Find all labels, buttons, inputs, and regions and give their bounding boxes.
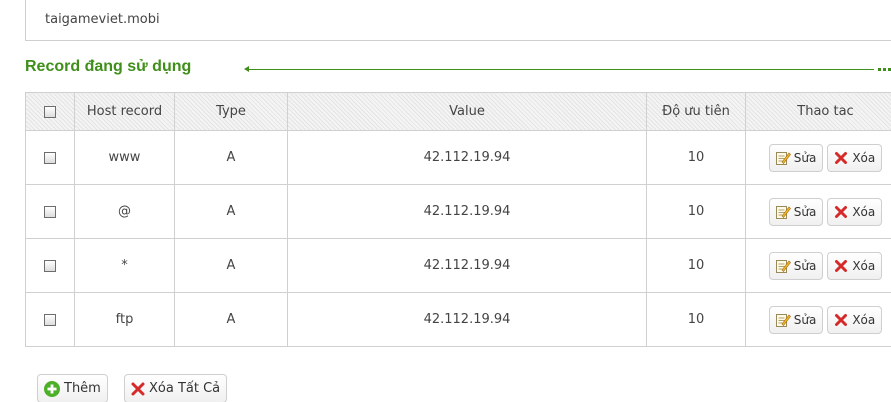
- table-row: ftp A 42.112.19.94 10 Sửa Xóa: [25, 292, 891, 347]
- edit-icon: [775, 151, 791, 165]
- delete-label: Xóa: [852, 312, 876, 327]
- cell-type: A: [174, 130, 288, 185]
- cell-host-record: *: [74, 238, 175, 293]
- title-divider-dots: [878, 68, 891, 71]
- delete-button[interactable]: Xóa: [827, 143, 883, 172]
- row-checkbox[interactable]: [44, 259, 56, 272]
- cell-actions: Sửa Xóa: [745, 184, 891, 239]
- edit-icon: [775, 205, 791, 219]
- cell-actions: Sửa Xóa: [745, 130, 891, 185]
- cell-priority: 10: [646, 184, 746, 239]
- edit-button[interactable]: Sửa: [768, 305, 824, 334]
- cell-host-record: www: [74, 130, 175, 185]
- cell-type: A: [174, 184, 288, 239]
- cell-priority: 10: [646, 130, 746, 185]
- add-record-label: Thêm: [64, 381, 101, 396]
- delete-label: Xóa: [852, 204, 876, 219]
- row-select-cell: [25, 184, 75, 239]
- plus-circle-icon: [44, 380, 60, 397]
- title-divider: [244, 66, 874, 72]
- delete-label: Xóa: [852, 258, 876, 273]
- header-type: Type: [174, 92, 288, 131]
- row-select-cell: [25, 292, 75, 347]
- delete-all-label: Xóa Tất Cả: [148, 381, 221, 396]
- delete-label: Xóa: [852, 150, 876, 165]
- domain-display: taigameviet.mobi: [25, 0, 891, 41]
- row-checkbox[interactable]: [44, 205, 56, 218]
- edit-label: Sửa: [793, 312, 817, 327]
- red-x-icon: [131, 382, 145, 395]
- red-x-icon: [835, 313, 848, 326]
- section-title: Record đang sử dụng: [25, 58, 192, 75]
- header-value: Value: [287, 92, 647, 131]
- header-actions: Thao tac: [745, 92, 891, 131]
- header-priority: Độ ưu tiên: [646, 92, 746, 131]
- cell-host-record: ftp: [74, 292, 175, 347]
- edit-label: Sửa: [793, 150, 817, 165]
- edit-button[interactable]: Sửa: [768, 197, 824, 226]
- red-x-icon: [835, 259, 848, 272]
- red-x-icon: [835, 151, 848, 164]
- cell-actions: Sửa Xóa: [745, 292, 891, 347]
- table-row: * A 42.112.19.94 10 Sửa Xóa: [25, 238, 891, 293]
- cell-type: A: [174, 238, 288, 293]
- edit-label: Sửa: [793, 258, 817, 273]
- row-select-cell: [25, 130, 75, 185]
- red-x-icon: [835, 205, 848, 218]
- edit-button[interactable]: Sửa: [768, 251, 824, 280]
- cell-value: 42.112.19.94: [287, 184, 647, 239]
- delete-button[interactable]: Xóa: [827, 251, 883, 280]
- add-record-button[interactable]: Thêm: [37, 374, 108, 402]
- records-table: Host record Type Value Độ ưu tiên Thao t…: [25, 92, 891, 347]
- header-host-record: Host record: [74, 92, 175, 131]
- domain-name: taigameviet.mobi: [45, 12, 160, 27]
- row-select-cell: [25, 238, 75, 293]
- cell-value: 42.112.19.94: [287, 130, 647, 185]
- row-checkbox[interactable]: [44, 151, 56, 164]
- edit-icon: [775, 259, 791, 273]
- edit-label: Sửa: [793, 204, 817, 219]
- select-all-cell: [25, 92, 75, 131]
- row-checkbox[interactable]: [44, 313, 56, 326]
- cell-value: 42.112.19.94: [287, 238, 647, 293]
- cell-priority: 10: [646, 292, 746, 347]
- cell-host-record: @: [74, 184, 175, 239]
- table-header-row: Host record Type Value Độ ưu tiên Thao t…: [25, 92, 891, 131]
- edit-icon: [775, 313, 791, 327]
- cell-value: 42.112.19.94: [287, 292, 647, 347]
- cell-priority: 10: [646, 238, 746, 293]
- cell-actions: Sửa Xóa: [745, 238, 891, 293]
- select-all-checkbox[interactable]: [44, 105, 56, 118]
- table-row: @ A 42.112.19.94 10 Sửa Xóa: [25, 184, 891, 239]
- edit-button[interactable]: Sửa: [768, 143, 824, 172]
- table-row: www A 42.112.19.94 10 Sửa Xóa: [25, 130, 891, 185]
- delete-button[interactable]: Xóa: [827, 305, 883, 334]
- delete-all-button[interactable]: Xóa Tất Cả: [123, 374, 228, 402]
- bottom-actions: Thêm Xóa Tất Cả: [37, 374, 228, 402]
- delete-button[interactable]: Xóa: [827, 197, 883, 226]
- cell-type: A: [174, 292, 288, 347]
